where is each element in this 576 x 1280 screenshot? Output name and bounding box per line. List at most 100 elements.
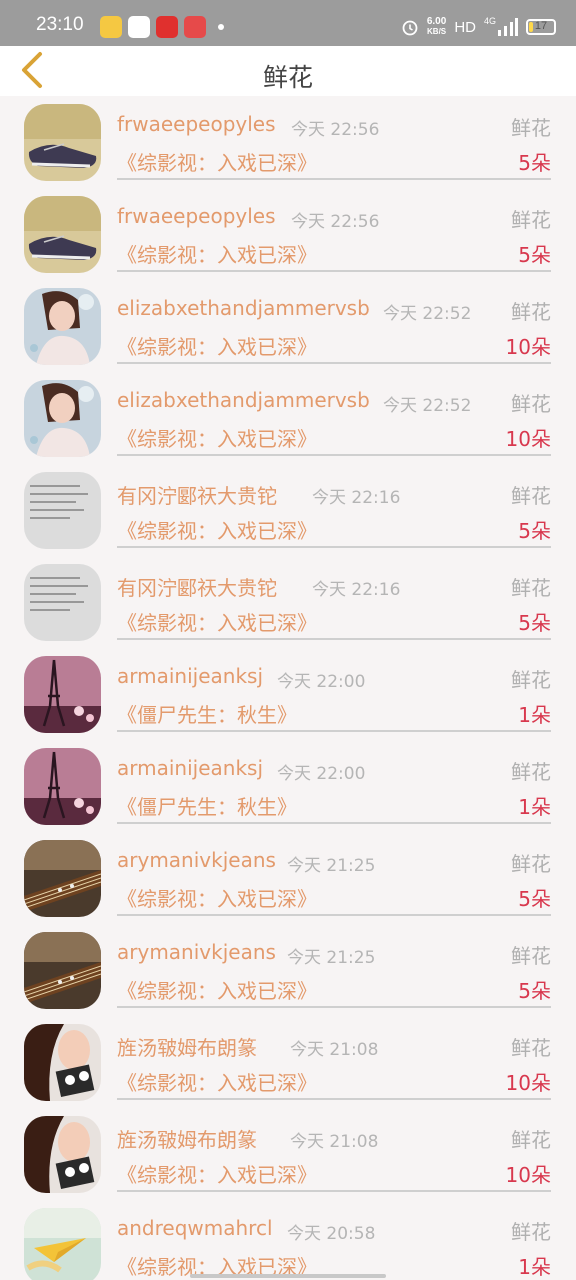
sneakers-avatar[interactable] — [24, 104, 101, 181]
hd-badge: HD — [454, 18, 476, 36]
gift-type: 鲜花 — [511, 668, 551, 692]
user-name[interactable]: 旌汤皲姆布朗篆 — [117, 1124, 257, 1153]
gift-type: 鲜花 — [511, 1036, 551, 1060]
show-title[interactable]: 《综影视：入戏已深》 — [117, 515, 317, 544]
status-bar: 23:10 6.00 KB/S HD 4G 17 — [0, 0, 576, 46]
list-item[interactable]: elizabxethandjammervsb 今天 22:52 鲜花 《综影视：入戏已… — [0, 280, 576, 372]
divider — [117, 546, 551, 548]
flower-count: 1朵 — [518, 1255, 551, 1279]
timestamp: 今天 22:56 — [291, 120, 380, 140]
list-item[interactable]: 有冈泞郾祆大贵铊 今天 22:16 鲜花 《综影视：入戏已深》 5朵 — [0, 464, 576, 556]
gift-type: 鲜花 — [511, 300, 551, 324]
timestamp: 今天 22:16 — [312, 488, 401, 508]
alarm-icon — [402, 20, 418, 36]
timestamp: 今天 22:56 — [291, 212, 380, 232]
netease-music-icon — [156, 16, 178, 38]
user-name[interactable]: armainijeanksj — [117, 756, 263, 780]
speed-value: 6.00 — [426, 16, 447, 27]
timestamp: 今天 21:25 — [287, 948, 376, 968]
flower-count: 10朵 — [505, 335, 551, 359]
timestamp: 今天 20:58 — [287, 1224, 376, 1244]
show-title[interactable]: 《综影视：入戏已深》 — [117, 883, 317, 912]
network-type: 4G — [483, 16, 496, 26]
flower-count: 5朵 — [518, 887, 551, 911]
guitar-avatar[interactable] — [24, 840, 101, 917]
flower-count: 10朵 — [505, 1071, 551, 1095]
video-app-icon — [128, 16, 150, 38]
flower-count: 5朵 — [518, 151, 551, 175]
home-indicator[interactable] — [190, 1274, 386, 1278]
list-item[interactable]: andreqwmahrcl 今天 20:58 鲜花 《综影视：入戏已深》 1朵 — [0, 1200, 576, 1280]
show-title[interactable]: 《综影视：入戏已深》 — [117, 331, 317, 360]
timestamp: 今天 21:08 — [290, 1040, 379, 1060]
list-item[interactable]: frwaeepeopyles 今天 22:56 鲜花《综影视：入戏已深》 5朵 — [0, 96, 576, 188]
list-item[interactable]: armainijeanksj 今天 22:00 鲜花《僵尸先生：秋生》 1朵 — [0, 648, 576, 740]
list-item[interactable]: elizabxethandjammervsb 今天 22:52 鲜花 《综影视：入戏已… — [0, 372, 576, 464]
text-avatar[interactable] — [24, 472, 101, 549]
user-name[interactable]: 旌汤皲姆布朗篆 — [117, 1032, 257, 1061]
user-name[interactable]: 有冈泞郾祆大贵铊 — [117, 480, 277, 509]
list-item[interactable]: 旌汤皲姆布朗篆 今天 21:08 鲜花《综影视：入戏已深》 10朵 — [0, 1016, 576, 1108]
flower-count: 10朵 — [505, 427, 551, 451]
gift-type: 鲜花 — [511, 576, 551, 600]
timestamp: 今天 21:25 — [287, 856, 376, 876]
show-title[interactable]: 《综影视：入戏已深》 — [117, 239, 317, 268]
weibo-icon — [100, 16, 122, 38]
show-title[interactable]: 《综影视：入戏已深》 — [117, 147, 317, 176]
network-speed: 6.00 KB/S — [427, 17, 446, 37]
gift-type: 鲜花 — [511, 208, 551, 232]
heart-app-icon — [184, 16, 206, 38]
plane-avatar[interactable] — [24, 1208, 101, 1280]
show-title[interactable]: 《综影视：入戏已深》 — [117, 607, 317, 636]
user-name[interactable]: elizabxethandjammervsb — [117, 296, 370, 320]
list-item[interactable]: arymanivkjeans 今天 21:25 鲜花《综影视：入戏已深》 5朵 — [0, 832, 576, 924]
divider — [117, 638, 551, 640]
woman-avatar[interactable] — [24, 1024, 101, 1101]
list-item[interactable]: 有冈泞郾祆大贵铊 今天 22:16 鲜花 《综影视：入戏已深》 5朵 — [0, 556, 576, 648]
show-title[interactable]: 《综影视：入戏已深》 — [117, 975, 317, 1004]
user-name[interactable]: andreqwmahrcl — [117, 1216, 273, 1240]
flower-count: 10朵 — [505, 1163, 551, 1187]
gift-type: 鲜花 — [511, 852, 551, 876]
user-name[interactable]: arymanivkjeans — [117, 940, 276, 964]
user-name[interactable]: elizabxethandjammervsb — [117, 388, 370, 412]
list-item[interactable]: armainijeanksj 今天 22:00 鲜花 《僵尸先生：秋生》 1朵 — [0, 740, 576, 832]
show-title[interactable]: 《综影视：入戏已深》 — [117, 423, 317, 452]
guitar-avatar[interactable] — [24, 932, 101, 1009]
sneakers-avatar[interactable] — [24, 196, 101, 273]
girl-avatar[interactable] — [24, 380, 101, 457]
timestamp: 今天 22:16 — [312, 580, 401, 600]
user-name[interactable]: armainijeanksj — [117, 664, 263, 688]
woman-avatar[interactable] — [24, 1116, 101, 1193]
battery-level: 17 — [534, 20, 548, 32]
eiffel-avatar[interactable] — [24, 656, 101, 733]
user-name[interactable]: 有冈泞郾祆大贵铊 — [117, 572, 277, 601]
gift-type: 鲜花 — [511, 116, 551, 140]
show-title[interactable]: 《综影视：入戏已深》 — [117, 1159, 317, 1188]
timestamp: 今天 22:00 — [277, 672, 366, 692]
eiffel-avatar[interactable] — [24, 748, 101, 825]
divider — [117, 1098, 551, 1100]
show-title[interactable]: 《僵尸先生：秋生》 — [117, 791, 297, 820]
list-item[interactable]: 旌汤皲姆布朗篆 今天 21:08 鲜花 《综影视：入戏已深》 10朵 — [0, 1108, 576, 1200]
user-name[interactable]: frwaeepeopyles — [117, 204, 276, 228]
notification-dot-icon — [218, 24, 224, 30]
user-name[interactable]: frwaeepeopyles — [117, 112, 276, 136]
page-title: 鲜花 — [262, 63, 313, 92]
user-name[interactable]: arymanivkjeans — [117, 848, 276, 872]
show-title[interactable]: 《综影视：入戏已深》 — [117, 1067, 317, 1096]
divider — [117, 1006, 551, 1008]
list-item[interactable]: arymanivkjeans 今天 21:25 鲜花 《综影视：入戏已深》 5朵 — [0, 924, 576, 1016]
girl-avatar[interactable] — [24, 288, 101, 365]
list-item[interactable]: frwaeepeopyles 今天 22:56 鲜花《综影视：入戏已深》 5朵 — [0, 188, 576, 280]
show-title[interactable]: 《僵尸先生：秋生》 — [117, 699, 297, 728]
divider — [117, 1190, 551, 1192]
divider — [117, 270, 551, 272]
text-avatar[interactable] — [24, 564, 101, 641]
gift-type: 鲜花 — [511, 760, 551, 784]
divider — [117, 914, 551, 916]
flower-record-list[interactable]: frwaeepeopyles 今天 22:56 鲜花 《综影视：入戏已深》 5朵 frwa… — [0, 96, 576, 1280]
flower-count: 5朵 — [518, 243, 551, 267]
flower-count: 1朵 — [518, 795, 551, 819]
flower-count: 1朵 — [518, 703, 551, 727]
